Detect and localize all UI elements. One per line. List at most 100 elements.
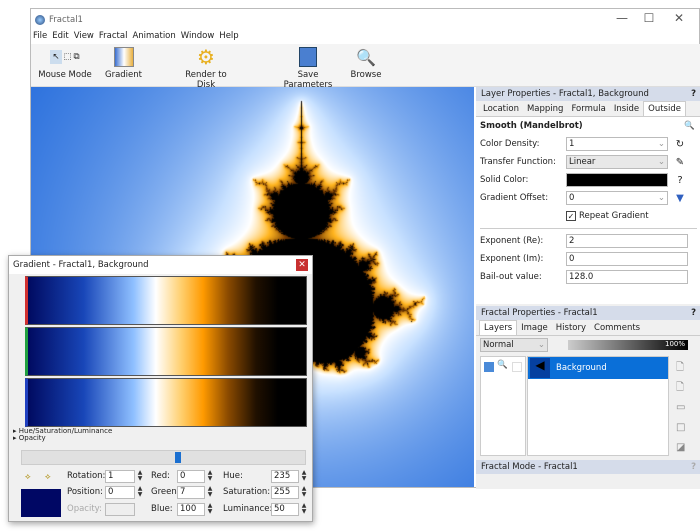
hue-input[interactable]: 235 xyxy=(271,470,299,483)
blend-mode-value: Normal xyxy=(483,340,514,350)
opacity-value: 100% xyxy=(664,340,685,348)
menu-window[interactable]: Window xyxy=(181,31,215,44)
exponent-re-input[interactable]: 2 xyxy=(566,234,688,248)
gradient-position-slider[interactable] xyxy=(21,450,306,465)
gradient-icon xyxy=(113,47,134,67)
layers-list: ◀ Background xyxy=(527,356,669,456)
section-opacity[interactable]: ▸ Opacity xyxy=(13,434,46,442)
tab-inside[interactable]: Inside xyxy=(610,102,643,116)
zoom-window-icon[interactable]: ⧉ xyxy=(74,52,80,62)
pointer-icon[interactable]: ↖ xyxy=(50,50,62,64)
gradient-fill-icon[interactable]: ◪ xyxy=(676,438,692,458)
minimize-button[interactable]: — xyxy=(609,11,635,29)
tab-formula[interactable]: Formula xyxy=(567,102,609,116)
menu-fractal[interactable]: Fractal xyxy=(99,31,128,44)
close-button[interactable]: ✕ xyxy=(666,11,692,29)
position-input[interactable]: 0 xyxy=(105,486,135,499)
triangle-down-icon[interactable]: ▼ xyxy=(672,193,688,204)
help-icon[interactable]: ? xyxy=(691,462,696,472)
blend-mode-select[interactable]: Normal ⌄ xyxy=(480,338,548,352)
saturation-spinner[interactable]: ▲ ▼ xyxy=(300,486,308,499)
visible-icon[interactable] xyxy=(484,362,494,372)
new-layer-icon[interactable]: 🗋 xyxy=(676,358,692,378)
red-input[interactable]: 0 xyxy=(177,470,205,483)
mouse-mode-button[interactable]: ↖ ⬚ ⧉ Mouse Mode xyxy=(35,44,95,80)
layer-properties-header[interactable]: Layer Properties - Fractal1, Background? xyxy=(476,87,700,101)
help-icon[interactable]: ? xyxy=(691,89,696,99)
menu-view[interactable]: View xyxy=(74,31,94,44)
blue-spinner[interactable]: ▲ ▼ xyxy=(206,503,214,516)
browse-button[interactable]: 🔍 Browse xyxy=(349,44,383,81)
transfer-function-select[interactable]: Linear ⌄ xyxy=(566,155,668,169)
fractal-mode-header[interactable]: Fractal Mode - Fractal1? xyxy=(476,460,700,474)
maximize-button[interactable]: ☐ xyxy=(636,11,662,29)
green-channel-editor[interactable] xyxy=(25,327,307,376)
tab-history[interactable]: History xyxy=(552,321,590,335)
render-to-disk-button[interactable]: ⚙ Render to Disk xyxy=(176,44,236,90)
rotation-input[interactable]: 1 xyxy=(105,470,135,483)
green-input[interactable]: 7 xyxy=(177,486,205,499)
select-rect-icon[interactable]: ⬚ xyxy=(64,52,72,62)
tab-layers[interactable]: Layers xyxy=(479,320,518,335)
menu-file[interactable]: File xyxy=(33,31,47,44)
bailout-input[interactable]: 128.0 xyxy=(566,270,688,284)
tab-outside[interactable]: Outside xyxy=(643,101,686,116)
green-spinner[interactable]: ▲ ▼ xyxy=(206,486,214,499)
exponent-im-input[interactable]: 0 xyxy=(566,252,688,266)
solid-color-swatch[interactable] xyxy=(566,173,668,187)
luminance-spinner[interactable]: ▲ ▼ xyxy=(300,503,308,516)
fractal-properties-header[interactable]: Fractal Properties - Fractal1? xyxy=(476,306,700,320)
add-point-icon[interactable]: ⟡ xyxy=(25,472,31,482)
luminance-input[interactable]: 50 xyxy=(271,503,299,516)
gradient-offset-select[interactable]: 0 ⌄ xyxy=(566,191,668,205)
save-parameters-button[interactable]: Save Parameters xyxy=(276,44,340,90)
merge-icon[interactable]: □ xyxy=(676,418,692,438)
zoom-icon[interactable]: 🔍 xyxy=(497,360,508,370)
color-density-select[interactable]: 1 ⌄ xyxy=(566,137,668,151)
menu-animation[interactable]: Animation xyxy=(132,31,175,44)
rotation-spinner[interactable]: ▲ ▼ xyxy=(136,470,144,483)
gear-icon: ⚙ xyxy=(197,45,215,69)
exponent-re-label: Exponent (Re): xyxy=(480,236,544,246)
gradient-offset-label: Gradient Offset: xyxy=(480,193,549,203)
saturation-label: Saturation: xyxy=(223,487,271,497)
tab-image[interactable]: Image xyxy=(517,321,552,335)
hue-spinner[interactable]: ▲ ▼ xyxy=(300,470,308,483)
remove-point-icon[interactable]: ⟡ xyxy=(45,472,51,482)
layer-flags-column: 🔍 xyxy=(480,356,526,456)
red-spinner[interactable]: ▲ ▼ xyxy=(206,470,214,483)
tab-location[interactable]: Location xyxy=(479,102,523,116)
saturation-input[interactable]: 255 xyxy=(271,486,299,499)
add-mask-icon[interactable]: ▭ xyxy=(676,398,692,418)
help-icon[interactable]: ? xyxy=(691,308,696,318)
refresh-icon[interactable]: ↻ xyxy=(672,139,688,150)
save-parameters-icon xyxy=(299,47,317,67)
repeat-gradient-checkbox[interactable]: ✓ xyxy=(566,211,576,221)
gradient-offset-value: 0 xyxy=(569,193,575,203)
layer-item-background[interactable]: ◀ Background xyxy=(528,357,668,379)
window-title: Fractal1 xyxy=(49,15,83,25)
edit-icon[interactable]: ✎ xyxy=(672,157,688,168)
blue-input[interactable]: 100 xyxy=(177,503,205,516)
red-channel-editor[interactable] xyxy=(25,276,307,325)
position-spinner[interactable]: ▲ ▼ xyxy=(136,486,144,499)
close-button[interactable]: ✕ xyxy=(296,259,308,271)
tab-comments[interactable]: Comments xyxy=(590,321,644,335)
lock-checkbox[interactable] xyxy=(512,362,522,372)
gradient-dialog: Gradient - Fractal1, Background ✕ ▸ Hue/… xyxy=(8,255,313,522)
header-title: Fractal Properties - Fractal1 xyxy=(481,308,598,318)
opacity-slider[interactable]: 100% xyxy=(568,340,688,350)
help-icon[interactable]: ? xyxy=(672,175,688,186)
browse-formula-icon[interactable]: 🔍 xyxy=(684,121,695,131)
blue-channel-editor[interactable] xyxy=(25,378,307,427)
exponent-im-label: Exponent (Im): xyxy=(480,254,544,264)
color-swatch[interactable] xyxy=(21,489,61,517)
menu-edit[interactable]: Edit xyxy=(52,31,68,44)
gradient-button[interactable]: Gradient xyxy=(101,44,146,80)
rotation-label: Rotation: xyxy=(67,471,106,481)
tab-mapping[interactable]: Mapping xyxy=(523,102,567,116)
slider-thumb[interactable] xyxy=(174,452,181,463)
mouse-mode-label: Mouse Mode xyxy=(38,70,92,80)
menu-help[interactable]: Help xyxy=(219,31,238,44)
delete-layer-icon[interactable]: 🗋 xyxy=(676,378,692,398)
